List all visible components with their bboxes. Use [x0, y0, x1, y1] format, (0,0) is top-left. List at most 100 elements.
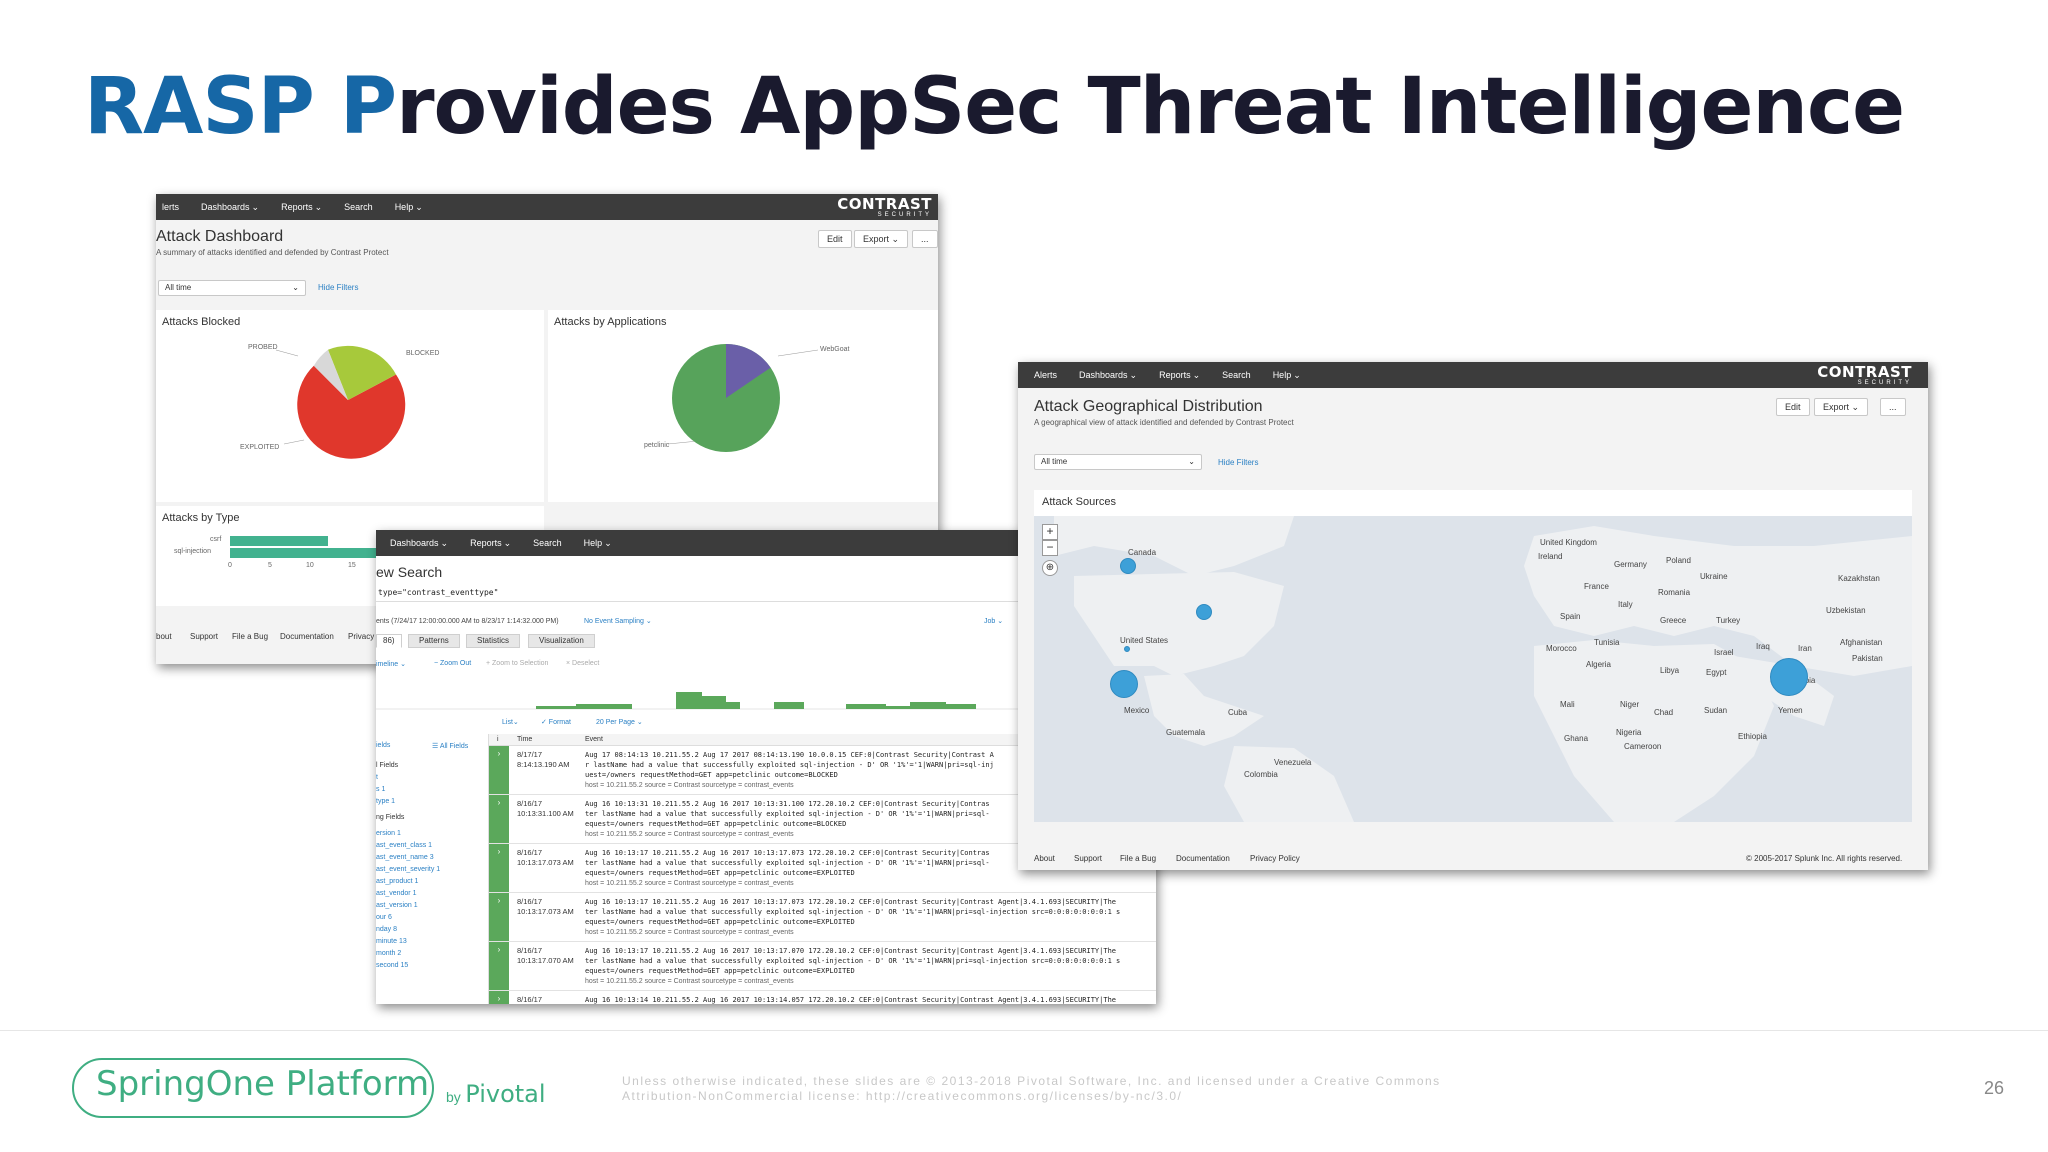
attack-source-dot[interactable] [1110, 670, 1138, 698]
world-map[interactable]: + − ⊕ Canada United States Mexico Cuba G… [1034, 516, 1912, 822]
nav-search[interactable]: Search [533, 538, 562, 548]
footer-documentation[interactable]: Documentation [1176, 854, 1230, 863]
more-button[interactable]: ... [912, 230, 938, 248]
expand-row-icon[interactable]: › [489, 746, 509, 794]
attack-source-dot[interactable] [1120, 558, 1136, 574]
locate-icon[interactable]: ⊕ [1042, 560, 1058, 576]
tab-events[interactable]: 86) [376, 634, 402, 648]
table-row[interactable]: › 8/16/17 10:13:17.070 AM Aug 16 10:13:17… [489, 942, 1156, 991]
nav-alerts[interactable]: Alerts [1034, 370, 1057, 380]
per-page-dropdown[interactable]: 20 Per Page ⌄ [596, 718, 643, 726]
footer-file-a-bug[interactable]: File a Bug [1120, 854, 1156, 863]
footer-support[interactable]: Support [1074, 854, 1102, 863]
dashboard-subtitle: A summary of attacks identified and defe… [156, 248, 389, 257]
nav-help[interactable]: Help ⌄ [395, 202, 423, 213]
expand-row-icon[interactable]: › [489, 991, 509, 1004]
hide-filters-link[interactable]: Hide Filters [1218, 458, 1258, 467]
zoom-out-button[interactable]: − [1042, 540, 1058, 556]
nav-reports[interactable]: Reports ⌄ [281, 202, 322, 213]
col-event: Event [585, 736, 603, 743]
deselect-button[interactable]: × Deselect [566, 660, 599, 667]
time-filter-select[interactable]: All time ⌄ [1034, 454, 1202, 470]
hide-filters-link[interactable]: Hide Filters [318, 283, 358, 292]
edit-button[interactable]: Edit [818, 230, 852, 248]
field-item[interactable]: ast_vendor 1 [376, 890, 416, 897]
expand-row-icon[interactable]: › [489, 795, 509, 843]
more-button[interactable]: ... [1880, 398, 1906, 416]
export-button[interactable]: Export ⌄ [854, 230, 909, 248]
country-label: Turkey [1716, 616, 1741, 625]
job-dropdown[interactable]: Job ⌄ [984, 617, 1003, 625]
tab-statistics[interactable]: Statistics [466, 634, 521, 648]
search-title: ew Search [376, 564, 443, 580]
attack-source-dot[interactable] [1196, 604, 1212, 620]
expand-row-icon[interactable]: › [489, 893, 509, 941]
chevron-down-icon: ⌄ [292, 283, 299, 292]
attack-sources-panel: Attack Sources + − ⊕ Canada United State… [1034, 490, 1912, 822]
nav-dashboards[interactable]: Dashboards ⌄ [390, 538, 448, 549]
expand-row-icon[interactable]: › [489, 942, 509, 990]
list-dropdown[interactable]: List⌄ [502, 718, 519, 726]
footer-support[interactable]: Support [190, 632, 218, 641]
timeline-dropdown[interactable]: imeline ⌄ [376, 660, 406, 668]
nav-alerts[interactable]: lerts [162, 202, 179, 212]
chevron-down-icon: ⌄ [997, 618, 1004, 625]
footer-about[interactable]: bout [156, 632, 172, 641]
nav-dashboards[interactable]: Dashboards ⌄ [201, 202, 259, 213]
country-label: Chad [1654, 708, 1674, 717]
field-item[interactable]: type 1 [376, 798, 395, 805]
row-time: 8/16/17 10:13:17.070 AM [517, 946, 574, 965]
field-item[interactable]: nday 8 [376, 926, 397, 933]
country-label: Germany [1614, 560, 1647, 569]
field-item[interactable]: ast_event_severity 1 [376, 866, 440, 873]
event-sampling-dropdown[interactable]: No Event Sampling ⌄ [584, 617, 652, 625]
row-event: Aug 16 10:13:14 10.211.55.2 Aug 16 2017 … [585, 996, 1117, 1004]
tab-visualization[interactable]: Visualization [528, 634, 595, 648]
zoom-in-button[interactable]: + [1042, 524, 1058, 540]
country-label: Mali [1560, 700, 1575, 709]
nav-search[interactable]: Search [1222, 370, 1251, 380]
attacks-blocked-panel: Attacks Blocked PROBED BLOCKED EXPLOITED [156, 310, 544, 502]
chevron-down-icon: ⌄ [1129, 369, 1138, 380]
geo-distribution-screenshot: Alerts Dashboards ⌄ Reports ⌄ Search Help ⌄… [1018, 362, 1928, 870]
field-item[interactable]: our 6 [376, 914, 392, 921]
table-row[interactable]: › 8/16/17 Aug 16 10:13:14 10.211.55.2 Au… [489, 991, 1156, 1004]
row-event: Aug 16 10:13:17 10.211.55.2 Aug 16 2017 … [585, 849, 990, 877]
edit-button[interactable]: Edit [1776, 398, 1810, 416]
field-item[interactable]: second 15 [376, 962, 408, 969]
footer-privacy[interactable]: Privacy [348, 632, 374, 641]
nav-reports[interactable]: Reports ⌄ [470, 538, 511, 549]
nav-search[interactable]: Search [344, 202, 373, 212]
field-item[interactable]: ast_event_name 3 [376, 854, 434, 861]
nav-help[interactable]: Help ⌄ [584, 538, 612, 549]
footer-about[interactable]: About [1034, 854, 1055, 863]
attack-source-dot[interactable] [1124, 646, 1130, 652]
format-button[interactable]: ✓ Format [541, 718, 571, 726]
expand-row-icon[interactable]: › [489, 844, 509, 892]
nav-help[interactable]: Help ⌄ [1273, 370, 1301, 381]
attack-sources-title: Attack Sources [1042, 496, 1116, 508]
all-fields-button[interactable]: ☰ All Fields [432, 742, 468, 750]
footer-documentation[interactable]: Documentation [280, 632, 334, 641]
field-item[interactable]: month 2 [376, 950, 401, 957]
time-filter-select[interactable]: All time ⌄ [158, 280, 306, 296]
zoom-out-button[interactable]: − Zoom Out [434, 660, 471, 667]
field-item[interactable]: t [376, 774, 378, 781]
zoom-to-selection-button[interactable]: + Zoom to Selection [486, 660, 548, 667]
field-item[interactable]: ast_event_class 1 [376, 842, 432, 849]
field-item[interactable]: s 1 [376, 786, 385, 793]
field-item[interactable]: minute 13 [376, 938, 407, 945]
footer-privacy-policy[interactable]: Privacy Policy [1250, 854, 1300, 863]
attack-source-dot[interactable] [1770, 658, 1808, 696]
nav-reports[interactable]: Reports ⌄ [1159, 370, 1200, 381]
per-page-label: 20 Per Page [596, 719, 635, 726]
table-row[interactable]: › 8/16/17 10:13:17.073 AM Aug 16 10:13:17… [489, 893, 1156, 942]
nav-dashboards[interactable]: Dashboards ⌄ [1079, 370, 1137, 381]
tab-patterns[interactable]: Patterns [408, 634, 460, 648]
field-item[interactable]: ast_product 1 [376, 878, 418, 885]
slide-title-accent: RASP P [84, 62, 397, 152]
export-button[interactable]: Export ⌄ [1814, 398, 1869, 416]
field-item[interactable]: ast_version 1 [376, 902, 418, 909]
footer-file-a-bug[interactable]: File a Bug [232, 632, 268, 641]
field-item[interactable]: ersion 1 [376, 830, 401, 837]
